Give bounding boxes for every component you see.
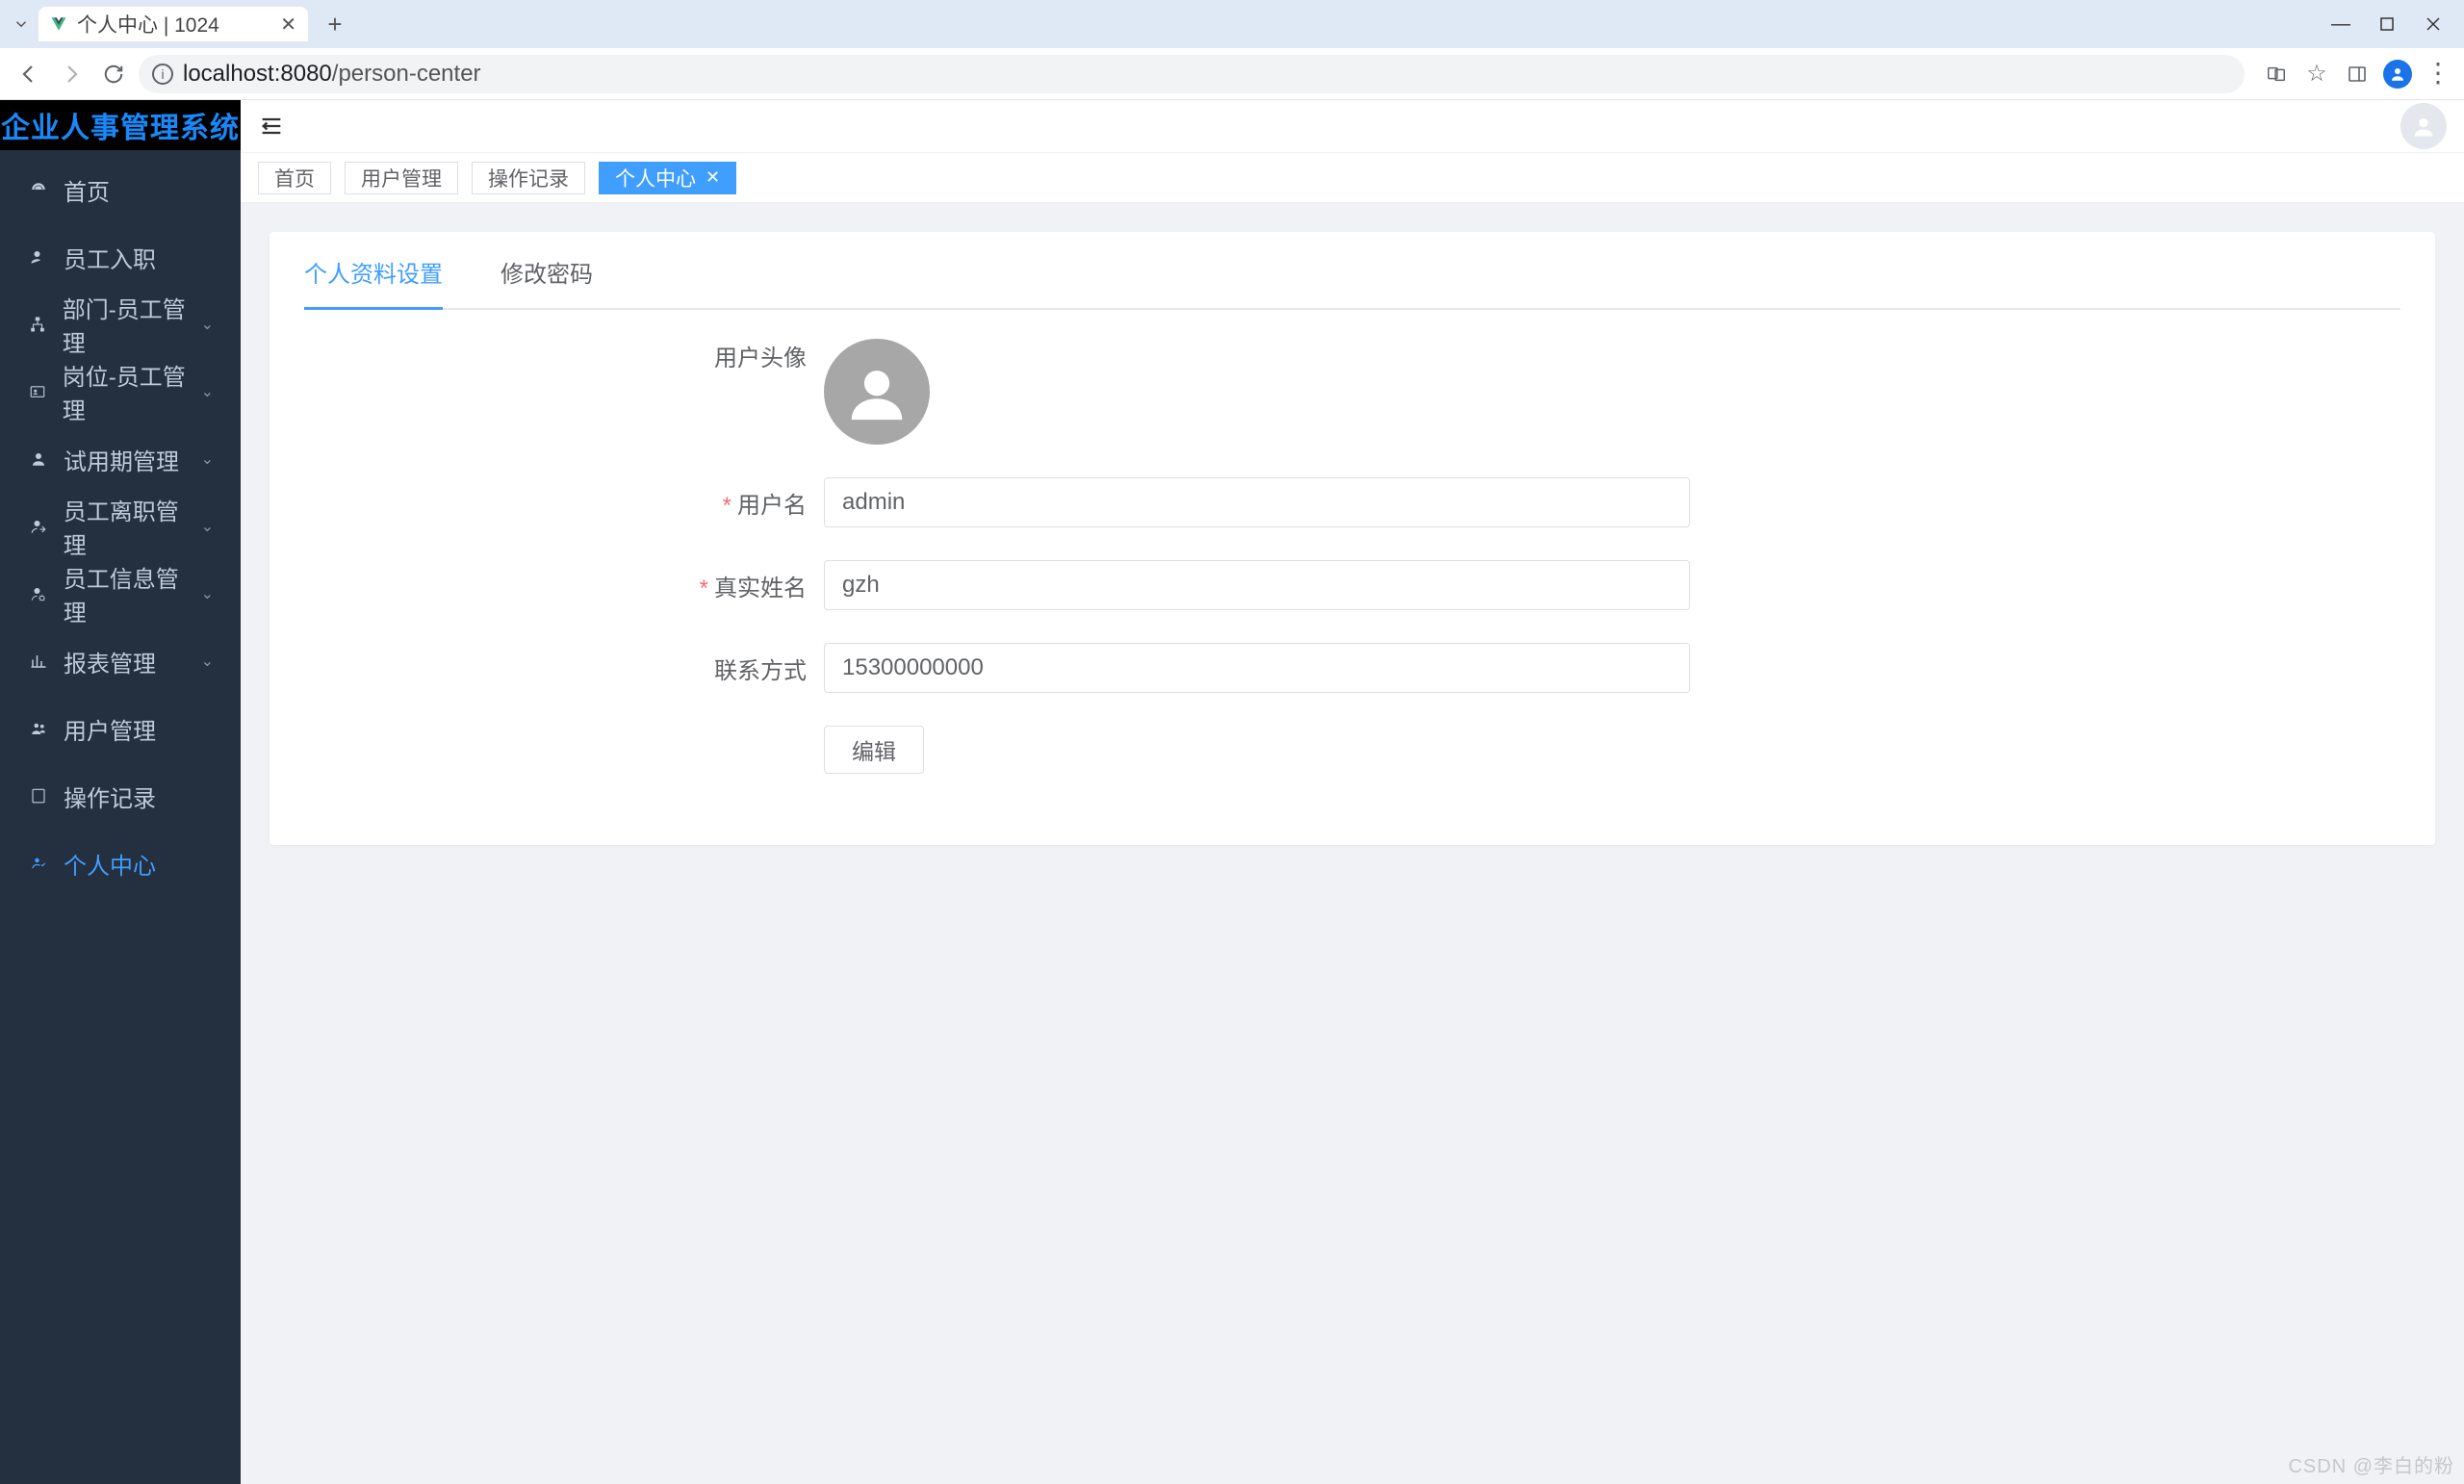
main-area: 首页 用户管理 操作记录 个人中心 ✕ 个人资料设置 修改密码 用户头像 — [241, 100, 2464, 1484]
content: 个人资料设置 修改密码 用户头像 用户名 — [241, 203, 2464, 1484]
tabs-dropdown-icon[interactable] — [8, 11, 35, 38]
browser-tab-title: 个人中心 | 1024 — [77, 10, 270, 38]
realname-label: 真实姓名 — [304, 569, 824, 602]
window-close-icon[interactable] — [2410, 9, 2456, 39]
bookmark-icon[interactable]: ☆ — [2302, 60, 2331, 89]
sidebar-item-dept[interactable]: 部门-员工管理 ⌄ — [0, 291, 241, 358]
close-icon[interactable]: ✕ — [280, 13, 296, 37]
sidebar-item-label: 试用期管理 — [64, 443, 179, 476]
browser-tab[interactable]: 个人中心 | 1024 ✕ — [38, 7, 308, 41]
chevron-down-icon: ⌄ — [201, 517, 214, 536]
users-icon — [27, 720, 50, 737]
translate-icon[interactable] — [2262, 60, 2291, 89]
sidebar-item-user[interactable]: 用户管理 — [0, 695, 241, 762]
sidebar-menu: 首页 员工入职 部门-员工管理 ⌄ 岗位-员工管理 ⌄ — [0, 150, 241, 1484]
edit-button[interactable]: 编辑 — [824, 726, 924, 774]
profile-icon — [27, 855, 50, 872]
close-icon[interactable]: ✕ — [706, 167, 720, 188]
user-avatar[interactable] — [2400, 103, 2447, 149]
user-icon — [27, 450, 50, 468]
url-text: localhost:8080/person-center — [183, 61, 481, 88]
chart-icon — [27, 652, 50, 670]
browser-address-bar: i localhost:8080/person-center ☆ ⋮ — [0, 48, 2464, 100]
sidebar-item-report[interactable]: 报表管理 ⌄ — [0, 627, 241, 695]
sidebar-item-home[interactable]: 首页 — [0, 156, 241, 223]
sidebar-item-label: 部门-员工管理 — [63, 291, 201, 358]
url-box[interactable]: i localhost:8080/person-center — [139, 55, 2245, 93]
avatar-image[interactable] — [824, 339, 930, 445]
sidebar-item-label: 操作记录 — [64, 780, 156, 813]
window-maximize-icon[interactable] — [2364, 9, 2410, 39]
tab-change-password[interactable]: 修改密码 — [500, 236, 593, 308]
chevron-down-icon: ⌄ — [201, 584, 214, 603]
chevron-down-icon: ⌄ — [201, 315, 214, 334]
tagbar: 首页 用户管理 操作记录 个人中心 ✕ — [241, 153, 2464, 203]
favicon-icon — [50, 15, 67, 33]
app-logo: 企业人事管理系统 — [0, 100, 241, 150]
sidebar-item-onboard[interactable]: 员工入职 — [0, 223, 241, 291]
sidebar-item-label: 岗位-员工管理 — [63, 358, 201, 425]
profile-form: 用户头像 用户名 真实姓名 — [304, 310, 2400, 774]
sidebar: 企业人事管理系统 首页 员工入职 部门-员工管理 ⌄ 岗位-员工管理 — [0, 100, 241, 1484]
username-label: 用户名 — [304, 486, 824, 520]
sidebar-item-probation[interactable]: 试用期管理 ⌄ — [0, 425, 241, 493]
sidebar-item-label: 用户管理 — [64, 712, 156, 746]
log-icon — [27, 787, 50, 805]
realname-input[interactable] — [824, 560, 1690, 610]
nav-forward-icon[interactable] — [54, 57, 89, 91]
window-minimize-icon[interactable]: ― — [2318, 9, 2364, 39]
sidebar-item-profile[interactable]: 个人中心 — [0, 830, 241, 897]
sidebar-item-label: 员工入职 — [64, 241, 156, 274]
site-info-icon[interactable]: i — [152, 64, 173, 85]
sidebar-item-label: 员工离职管理 — [64, 493, 201, 560]
tag-profile[interactable]: 个人中心 ✕ — [599, 162, 736, 194]
sidebar-item-label: 首页 — [64, 173, 110, 207]
user-leave-icon — [27, 518, 50, 535]
collapse-sidebar-icon[interactable] — [258, 113, 285, 140]
browser-titlebar: 个人中心 | 1024 ✕ + ― — [0, 0, 2464, 48]
contact-input[interactable] — [824, 643, 1690, 693]
avatar-label: 用户头像 — [304, 339, 824, 372]
contact-label: 联系方式 — [304, 652, 824, 685]
tag-user-mgmt[interactable]: 用户管理 — [345, 162, 458, 194]
user-settings-icon — [27, 585, 50, 602]
sidebar-item-log[interactable]: 操作记录 — [0, 762, 241, 830]
nav-back-icon[interactable] — [12, 57, 46, 91]
tag-log[interactable]: 操作记录 — [472, 162, 585, 194]
chrome-menu-icon[interactable]: ⋮ — [2424, 60, 2452, 89]
chevron-down-icon: ⌄ — [201, 449, 214, 469]
sidebar-item-position[interactable]: 岗位-员工管理 ⌄ — [0, 358, 241, 425]
nav-reload-icon[interactable] — [96, 57, 131, 91]
sidebar-item-label: 报表管理 — [64, 645, 156, 678]
sidebar-item-label: 个人中心 — [64, 847, 156, 881]
watermark-text: CSDN @李白的粉 — [2288, 1450, 2454, 1478]
tab-profile-settings[interactable]: 个人资料设置 — [304, 236, 443, 308]
chevron-down-icon: ⌄ — [201, 382, 214, 401]
dashboard-icon — [27, 181, 50, 198]
panel-icon[interactable] — [2343, 60, 2372, 89]
chrome-profile-icon[interactable] — [2383, 60, 2412, 89]
topbar — [241, 100, 2464, 153]
chevron-down-icon: ⌄ — [201, 652, 214, 671]
id-card-icon — [27, 383, 49, 400]
tag-home[interactable]: 首页 — [258, 162, 331, 194]
sidebar-item-label: 员工信息管理 — [64, 560, 201, 627]
content-tabs: 个人资料设置 修改密码 — [304, 236, 2400, 310]
profile-card: 个人资料设置 修改密码 用户头像 用户名 — [270, 232, 2435, 845]
sidebar-item-info[interactable]: 员工信息管理 ⌄ — [0, 560, 241, 627]
new-tab-button[interactable]: + — [320, 9, 350, 39]
username-input[interactable] — [824, 477, 1690, 527]
sidebar-item-offboard[interactable]: 员工离职管理 ⌄ — [0, 493, 241, 560]
user-add-icon — [27, 248, 50, 266]
sitemap-icon — [27, 316, 49, 333]
